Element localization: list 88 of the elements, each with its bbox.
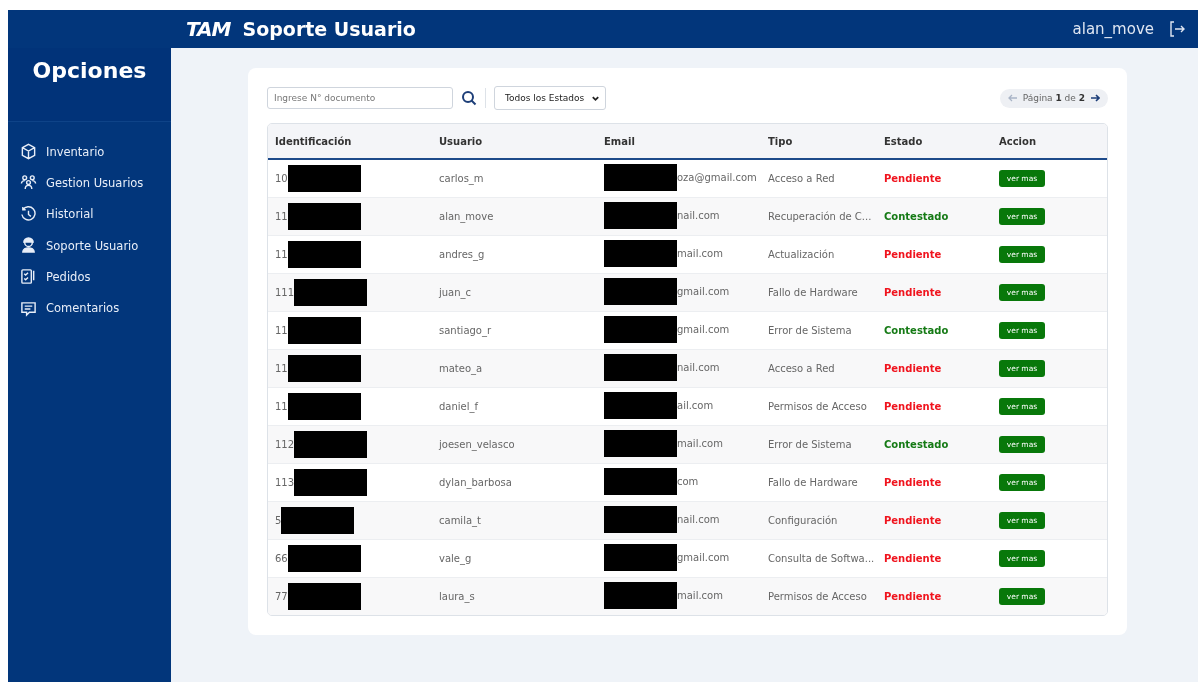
table-cell-text: juan_c <box>438 287 473 298</box>
status-text: Pendiente <box>883 173 943 184</box>
table-cell: nail.com <box>677 362 720 373</box>
table-cell-text: mateo_a <box>438 363 484 374</box>
page-title: Soporte Usuario <box>242 18 416 40</box>
table-cell: 11 <box>275 401 288 412</box>
table-cell: ail.com <box>677 400 714 411</box>
table-cell-text: Error de Sistema <box>767 325 853 336</box>
table-cell: 113 <box>275 477 295 488</box>
table-cell: 66 <box>275 553 288 564</box>
table-cell-text: andres_g <box>438 249 486 260</box>
table-cell-text: Actualización <box>767 249 836 260</box>
column-header: Email <box>603 135 636 147</box>
table-cell: 11 <box>275 325 288 336</box>
column-header: Tipo <box>767 135 794 147</box>
logout-icon[interactable] <box>1168 20 1186 38</box>
table-cell: gmail.com <box>677 286 730 297</box>
table-cell-text: dylan_barbosa <box>438 477 513 488</box>
sidebar-item[interactable]: Gestion Usuarios <box>8 167 171 199</box>
column-header: Identificación <box>274 135 353 147</box>
sidebar-item[interactable]: Historial <box>8 198 171 230</box>
table-cell-text: joesen_velasco <box>438 439 516 450</box>
table-cell: 112 <box>275 439 295 450</box>
table-cell: nail.com <box>677 514 720 525</box>
table-cell-text: santiago_r <box>438 325 493 336</box>
sidebar-title: Opciones <box>32 58 147 83</box>
clipboard-icon <box>20 268 37 286</box>
table-cell-text: Fallo de Hardware <box>767 477 859 488</box>
table-cell-text: Acceso a Red <box>767 173 836 184</box>
table-cell: mail.com <box>677 248 723 259</box>
table-cell-text: Permisos de Acceso <box>767 591 868 602</box>
table-cell: 11 <box>275 249 288 260</box>
support-agent-icon <box>20 237 37 255</box>
status-text: Pendiente <box>883 287 943 298</box>
table-cell: 11 <box>275 211 288 222</box>
table-cell: 11 <box>275 363 288 374</box>
status-text: Pendiente <box>883 363 943 374</box>
cube-icon <box>20 143 37 161</box>
column-header: Estado <box>883 135 924 147</box>
table-cell: mail.com <box>677 590 723 601</box>
arrow-right-icon[interactable] <box>1090 93 1100 103</box>
table-cell: 5 <box>275 515 282 526</box>
status-text: Contestado <box>883 211 950 222</box>
table-cell: nail.com <box>677 210 720 221</box>
column-header: Usuario <box>438 135 484 147</box>
column-header: Accion <box>998 135 1037 147</box>
table-cell-text: Permisos de Acceso <box>767 401 868 412</box>
history-icon <box>20 205 37 223</box>
table-cell-text: Acceso a Red <box>767 363 836 374</box>
table-cell-text: camila_t <box>438 515 482 526</box>
status-text: Contestado <box>883 439 950 450</box>
table-cell: 10 <box>275 173 288 184</box>
sidebar-item[interactable]: Pedidos <box>8 261 171 293</box>
table-cell-text: Consulta de Softwa... <box>767 553 876 564</box>
sidebar-item[interactable]: Comentarios <box>8 292 171 324</box>
user-name: alan_move <box>1072 20 1154 38</box>
table-cell-text: laura_s <box>438 591 476 602</box>
sidebar-item[interactable]: Soporte Usuario <box>8 229 171 262</box>
status-text: Pendiente <box>883 591 943 602</box>
comment-icon <box>20 299 37 317</box>
status-text: Pendiente <box>883 477 943 488</box>
table-cell-text: Fallo de Hardware <box>767 287 859 298</box>
status-dropdown[interactable]: Todos los Estados <box>494 86 607 110</box>
people-icon <box>20 174 37 192</box>
logo: TAM <box>186 17 231 41</box>
table-cell-text: alan_move <box>438 211 495 222</box>
search-field[interactable]: Ingrese N° documento <box>267 87 453 109</box>
table-cell-text: carlos_m <box>438 173 485 184</box>
table-cell: gmail.com <box>677 552 730 563</box>
table-cell-text: Recuperación de C... <box>767 211 873 222</box>
sidebar-item[interactable]: Inventario <box>8 136 171 168</box>
table-cell: 77 <box>275 591 288 602</box>
table-cell: mail.com <box>677 438 723 449</box>
table-cell: 111 <box>275 287 295 298</box>
page-indicator: Página 1 de 2 <box>1022 93 1085 103</box>
status-text: Pendiente <box>883 249 943 260</box>
status-text: Pendiente <box>883 401 943 412</box>
search-icon[interactable] <box>461 90 477 106</box>
status-text: Pendiente <box>883 553 943 564</box>
table-cell: com <box>677 476 699 487</box>
table-cell-text: Error de Sistema <box>767 439 853 450</box>
table-cell-text: vale_g <box>438 553 473 564</box>
table-cell: gmail.com <box>677 324 730 335</box>
table-cell-text: Configuración <box>767 515 839 526</box>
table-cell: oza@gmail.com <box>677 172 757 183</box>
status-text: Contestado <box>883 325 950 336</box>
table-cell-text: daniel_f <box>438 401 480 412</box>
status-text: Pendiente <box>883 515 943 526</box>
